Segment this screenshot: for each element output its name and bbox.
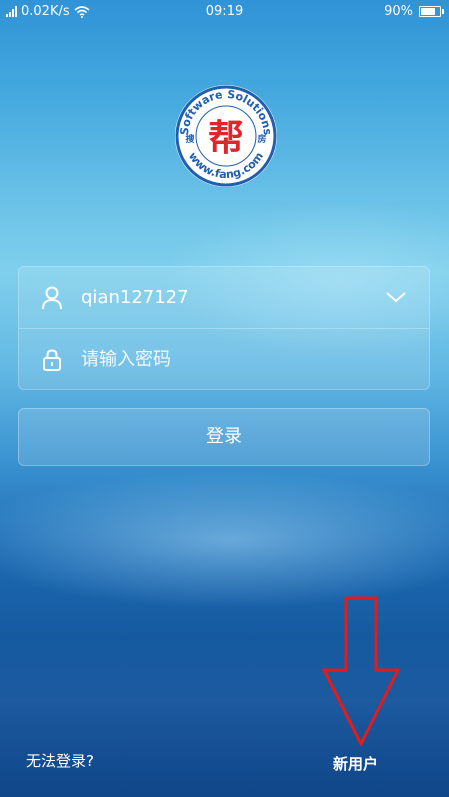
login-button[interactable]: 登录 xyxy=(18,408,430,466)
status-time: 09:19 xyxy=(205,4,244,19)
lock-icon xyxy=(41,348,63,372)
username-value[interactable]: qian127127 xyxy=(81,286,189,310)
chevron-down-icon[interactable] xyxy=(385,289,407,305)
battery-icon xyxy=(419,6,444,17)
new-user-link[interactable]: 新用户 xyxy=(333,753,378,774)
background-haze-lower xyxy=(0,470,449,610)
logo-side-right: 房 xyxy=(257,133,266,145)
logo-center-char: 帮 xyxy=(208,118,244,159)
battery-percent: 90% xyxy=(384,4,413,19)
arrow-down-icon xyxy=(321,596,401,748)
username-field[interactable]: qian127127 xyxy=(19,267,429,328)
password-field[interactable]: 请输入密码 xyxy=(19,329,429,390)
status-right: 90% xyxy=(384,4,444,19)
login-form: qian127127 请输入密码 xyxy=(18,266,430,390)
cant-login-link[interactable]: 无法登录? xyxy=(26,750,94,771)
password-input[interactable]: 请输入密码 xyxy=(81,348,171,372)
login-screen: 0.02K/s 09:19 90% Software Solutions www… xyxy=(0,0,449,797)
app-logo: Software Solutions www.fang.com 帮 搜 房 xyxy=(174,84,278,188)
battery-fill xyxy=(421,8,436,15)
user-icon xyxy=(41,286,63,310)
status-bar: 0.02K/s 09:19 90% xyxy=(0,0,449,24)
logo-side-left: 搜 xyxy=(185,133,195,145)
